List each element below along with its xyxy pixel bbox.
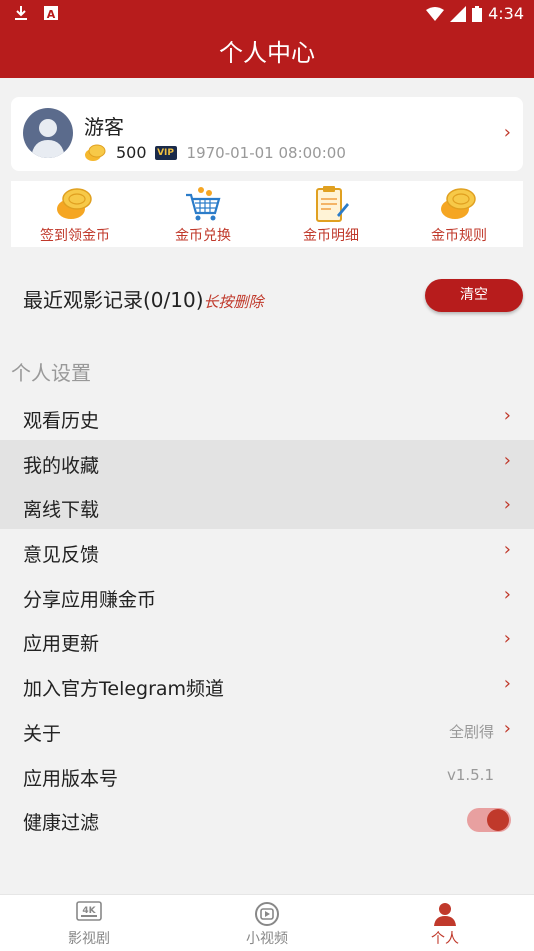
- chevron-right-icon: ›: [503, 449, 511, 471]
- recent-viewing-hint: 长按删除: [203, 293, 264, 311]
- download-icon: [15, 6, 27, 20]
- quick-action-exchange[interactable]: 金币兑换: [139, 181, 267, 247]
- settings-item-label: 加入官方Telegram频道: [23, 678, 225, 701]
- about-value: 全剧得: [448, 722, 494, 741]
- chevron-right-icon: ›: [503, 628, 511, 650]
- user-silhouette-icon: [31, 119, 65, 158]
- coin-row: 500 VIP 1970-01-01 08:00:00: [84, 143, 346, 162]
- page-title: 个人中心: [0, 28, 534, 78]
- coin-stack-icon: [57, 188, 92, 219]
- settings-item-share[interactable]: 分享应用赚金币 ›: [0, 574, 534, 619]
- battery-icon: [472, 5, 483, 22]
- bottom-nav: 4K 影视剧 小视频 个人: [0, 894, 534, 951]
- settings-item-label: 健康过滤: [23, 812, 100, 835]
- settings-item-favorites[interactable]: 我的收藏 ›: [0, 439, 534, 485]
- vip-expiry-date: 1970-01-01 08:00:00: [186, 143, 346, 162]
- nav-tab-short-video[interactable]: 小视频: [178, 895, 356, 951]
- wifi-icon: [426, 6, 445, 21]
- version-value: v1.5.1: [446, 765, 494, 784]
- nav-label: 小视频: [246, 931, 288, 947]
- quick-actions: 签到领金币 金币兑换 金币明细 金币规则: [11, 181, 523, 247]
- chevron-right-icon: ›: [503, 583, 511, 605]
- quick-action-rules[interactable]: 金币规则: [395, 181, 523, 247]
- settings-item-label: 我的收藏: [23, 454, 100, 477]
- play-circle-icon: [255, 902, 279, 926]
- svg-text:4K: 4K: [82, 906, 96, 916]
- chevron-right-icon: ›: [503, 494, 511, 516]
- settings-item-version: 应用版本号 v1.5.1: [0, 753, 534, 798]
- status-time: 4:34: [488, 4, 524, 23]
- coin-stack-icon: [441, 188, 476, 219]
- quick-action-label: 金币规则: [431, 228, 487, 244]
- settings-item-about[interactable]: 关于 全剧得 ›: [0, 708, 534, 753]
- recent-viewing-section: 最近观影记录(0/10)长按删除 清空: [0, 270, 534, 326]
- app-notification-icon: A: [44, 6, 58, 21]
- recent-viewing-title-text: 最近观影记录(0/10): [23, 288, 204, 312]
- coin-icon: [85, 144, 106, 161]
- nav-tab-movies[interactable]: 4K 影视剧: [0, 895, 178, 951]
- chevron-right-icon: ›: [503, 717, 511, 739]
- settings-item-app-update[interactable]: 应用更新 ›: [0, 618, 534, 663]
- settings-item-label: 离线下载: [23, 499, 100, 522]
- signal-icon: [450, 5, 467, 22]
- quick-action-label: 金币兑换: [175, 228, 231, 244]
- settings-item-label: 应用版本号: [23, 767, 119, 790]
- settings-item-label: 分享应用赚金币: [23, 588, 157, 611]
- chevron-right-icon: ›: [503, 405, 511, 426]
- settings-item-offline-download[interactable]: 离线下载 ›: [0, 484, 534, 530]
- settings-list: 观看历史 › 我的收藏 › 离线下载 › 意见反馈 › 分享应用赚金币 › 应用…: [0, 395, 534, 842]
- quick-action-details[interactable]: 金币明细: [267, 181, 395, 247]
- chevron-right-icon: ›: [503, 122, 511, 143]
- chevron-right-icon: ›: [503, 673, 511, 695]
- clipboard-icon: [316, 186, 349, 222]
- settings-item-label: 意见反馈: [23, 544, 100, 567]
- 4k-icon: 4K: [76, 901, 102, 921]
- nav-tab-profile[interactable]: 个人: [356, 895, 534, 951]
- person-icon: [434, 903, 456, 926]
- settings-section-title: 个人设置: [11, 361, 91, 385]
- username: 游客: [84, 115, 124, 139]
- clear-button[interactable]: 清空: [425, 279, 523, 312]
- quick-action-label: 签到领金币: [40, 228, 110, 244]
- quick-action-label: 金币明细: [303, 228, 359, 244]
- settings-item-label: 应用更新: [23, 633, 100, 656]
- toggle-knob: [487, 809, 509, 832]
- settings-item-feedback[interactable]: 意见反馈 ›: [0, 529, 534, 574]
- recent-viewing-title: 最近观影记录(0/10)长按删除: [23, 284, 264, 313]
- settings-item-health-filter: 健康过滤: [0, 797, 534, 842]
- settings-item-watch-history[interactable]: 观看历史 ›: [0, 395, 534, 440]
- quick-action-checkin[interactable]: 签到领金币: [11, 181, 139, 247]
- status-bar: A 4:34: [0, 0, 534, 28]
- nav-label: 影视剧: [68, 931, 110, 947]
- settings-item-label: 观看历史: [23, 410, 100, 432]
- vip-badge: VIP: [154, 145, 177, 160]
- coin-count: 500: [116, 143, 147, 162]
- avatar[interactable]: [23, 108, 73, 158]
- shopping-cart-icon: [186, 187, 221, 221]
- settings-item-label: 关于: [23, 722, 62, 745]
- profile-card[interactable]: 游客 500 VIP 1970-01-01 08:00:00 ›: [11, 97, 523, 171]
- settings-item-telegram[interactable]: 加入官方Telegram频道 ›: [0, 663, 534, 708]
- health-filter-toggle[interactable]: [467, 808, 511, 833]
- svg-text:A: A: [47, 8, 56, 21]
- chevron-right-icon: ›: [503, 539, 511, 561]
- nav-label: 个人: [431, 931, 459, 947]
